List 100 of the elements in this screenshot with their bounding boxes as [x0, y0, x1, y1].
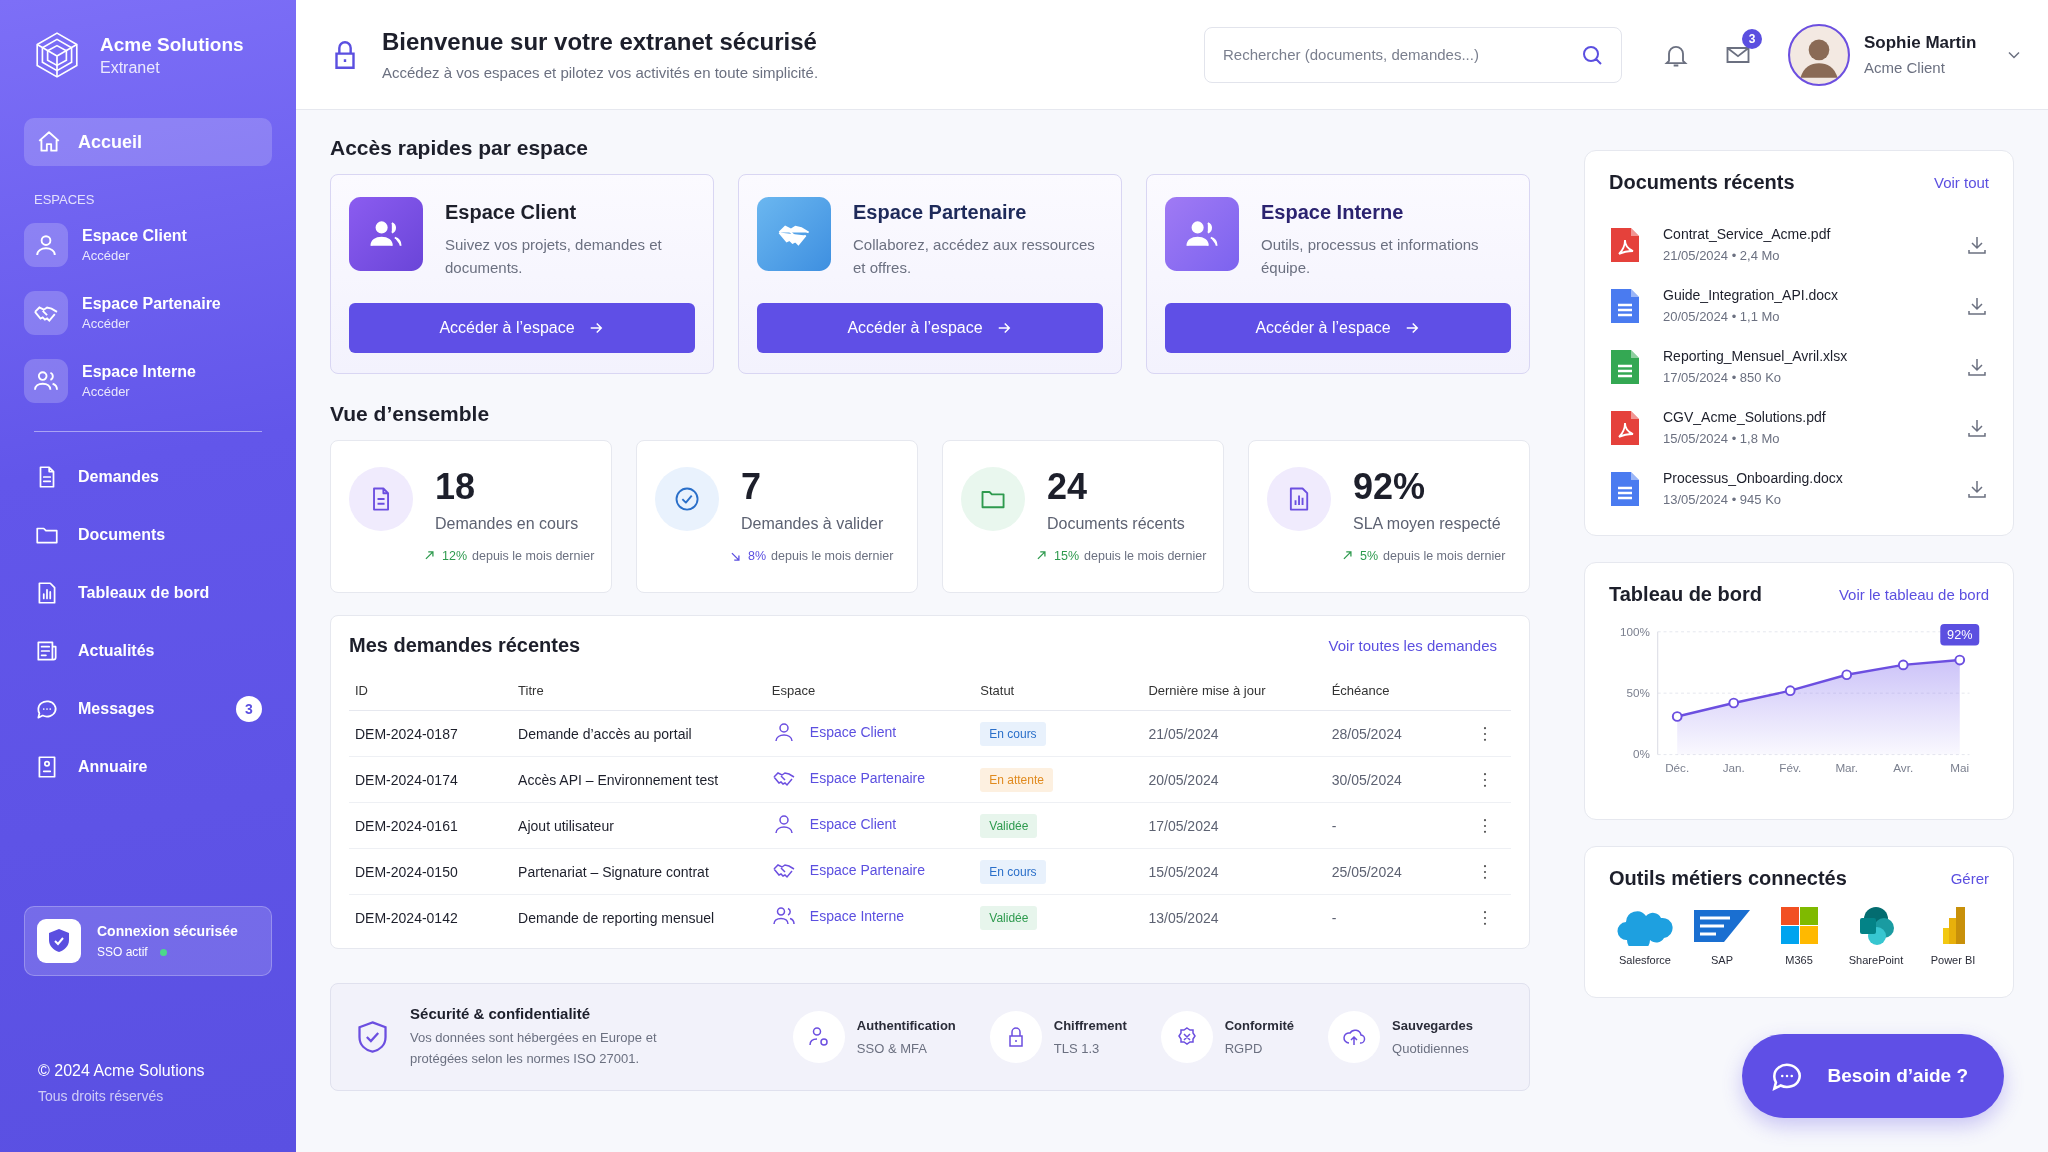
change-value: 5% [1360, 548, 1379, 563]
tool-name: M365 [1785, 954, 1813, 966]
stat-value: 92% [1353, 467, 1427, 507]
status-badge: Validée [980, 813, 1038, 838]
change-value: 8% [748, 548, 767, 563]
section-title: Vue d’ensemble [330, 402, 491, 426]
space-link[interactable]: Espace Client [809, 816, 897, 832]
card-title: Outils métiers connectés [1609, 867, 1847, 890]
space-link[interactable]: Espace Client [809, 724, 897, 740]
access-button[interactable]: Accéder à l’espace [757, 303, 1103, 353]
stat-label: Documents récents [1047, 514, 1186, 533]
change-value: 15% [1054, 548, 1080, 563]
nav-item[interactable]: Demandes [24, 454, 272, 500]
table-cell: 20/05/2024 [1142, 756, 1326, 803]
view-all-link[interactable]: Voir toutes les demandes [1328, 637, 1497, 654]
axis-label: Jan. [1722, 761, 1745, 775]
feature-detail: SSO & MFA [856, 1041, 928, 1056]
feature-detail: Quotidiennes [1392, 1041, 1470, 1056]
status-badge: En cours [980, 859, 1046, 884]
change-period: depuis le mois dernier [771, 548, 894, 563]
access-button[interactable]: Accéder à l’espace [349, 303, 695, 353]
table-cell: - [1325, 802, 1469, 849]
space-link[interactable]: Espace Interne [809, 908, 904, 924]
tool-name: Power BI [1930, 954, 1976, 966]
count-badge: 3 [236, 696, 262, 722]
axis-label: 50% [1626, 686, 1650, 700]
column-header: Statut [974, 671, 1143, 711]
stat-label: SLA moyen respecté [1353, 514, 1502, 533]
file-icon [1609, 225, 1641, 264]
section-title: Accès rapides par espace [330, 136, 589, 160]
card-title: Documents récents [1609, 171, 1795, 194]
axis-label: Déc. [1665, 761, 1690, 775]
data-point [1671, 711, 1683, 722]
person-icon [24, 223, 68, 267]
seal-icon [1160, 1011, 1213, 1063]
access-button[interactable]: Accéder à l’espace [1165, 303, 1511, 353]
help-button[interactable]: Besoin d’aide ? [1741, 1034, 2004, 1118]
table-cell: Demande d’accès au portail [512, 710, 766, 757]
space-link[interactable]: Espace Client Accéder [24, 217, 272, 273]
column-header: Titre [512, 671, 766, 711]
change-period: depuis le mois dernier [1383, 548, 1506, 563]
file-name[interactable]: Guide_Integration_API.docx [1663, 287, 1965, 303]
avatar[interactable] [1788, 23, 1850, 86]
dashboard-link[interactable]: Voir le tableau de bord [1838, 586, 1989, 603]
file-name[interactable]: CGV_Acme_Solutions.pdf [1663, 409, 1965, 425]
file-icon [1609, 347, 1641, 386]
axis-label: Avr. [1893, 761, 1914, 775]
nav-item[interactable]: Actualités [24, 628, 272, 674]
table-cell: 17/05/2024 [1142, 802, 1326, 849]
stat-label: Demandes en cours [435, 514, 580, 533]
table-cell: DEM-2024-0187 [349, 710, 513, 757]
nav-item[interactable]: Documents [24, 512, 272, 558]
search-field[interactable]: Rechercher (documents, demandes...) [1204, 26, 1622, 83]
table-cell: Demande de reporting mensuel [512, 894, 766, 940]
table-cell: 28/05/2024 [1325, 710, 1469, 757]
space-link[interactable]: Espace Partenaire [809, 770, 926, 786]
data-point [1954, 654, 1966, 666]
card-description: Collaborez, accédez aux ressources et offres. [853, 235, 1096, 278]
stat-value: 24 [1047, 467, 1089, 507]
user-name: Sophie Martin [1864, 33, 1978, 53]
file-icon [1609, 286, 1641, 325]
card-title: Tableau de bord [1609, 583, 1762, 606]
view-all-link[interactable]: Voir tout [1933, 174, 1989, 191]
change-value: 12% [442, 548, 468, 563]
table-cell: 25/05/2024 [1325, 848, 1469, 895]
rights-text: Tous droits réservés [38, 1088, 165, 1104]
space-link[interactable]: Espace Partenaire [809, 862, 926, 878]
card-title: Espace Partenaire [853, 201, 1028, 224]
file-name[interactable]: Reporting_Mensuel_Avril.xlsx [1663, 348, 1965, 364]
axis-label: Mai [1950, 761, 1970, 775]
annotation: 92% [1947, 627, 1973, 642]
file-meta: 15/05/2024 • 1,8 Mo [1663, 431, 1781, 446]
space-link[interactable]: Espace Partenaire Accéder [24, 285, 272, 341]
section-label: ESPACES [34, 192, 96, 207]
axis-label: 0% [1633, 747, 1650, 761]
lock-icon [989, 1011, 1042, 1063]
file-name[interactable]: Contrat_Service_Acme.pdf [1663, 226, 1965, 242]
nav-item[interactable]: Messages 3 [24, 686, 272, 732]
space-link[interactable]: Espace Interne Accéder [24, 353, 272, 409]
table-cell: 15/05/2024 [1142, 848, 1326, 895]
feature-title: Conformité [1224, 1018, 1295, 1033]
card-title: Mes demandes récentes [349, 634, 581, 657]
table-cell: Ajout utilisateur [512, 802, 766, 849]
file-meta: 20/05/2024 • 1,1 Mo [1663, 309, 1781, 324]
nav-item[interactable]: Accueil [24, 118, 272, 166]
tool-name: SAP [1711, 954, 1733, 966]
brand-name: Acme Solutions [100, 33, 244, 56]
table-cell: - [1325, 894, 1469, 940]
user-organization: Acme Client [1864, 59, 1946, 76]
feature-title: Sauvegardes [1392, 1018, 1473, 1033]
file-name[interactable]: Processus_Onboarding.docx [1663, 470, 1965, 486]
column-header: Dernière mise à jour [1142, 671, 1326, 711]
data-point [1784, 685, 1796, 697]
manage-link[interactable]: Gérer [1950, 870, 1989, 887]
nav-item[interactable]: Tableaux de bord [24, 570, 272, 616]
axis-label: Fév. [1779, 761, 1802, 775]
table-cell: 21/05/2024 [1142, 710, 1326, 757]
table-cell: DEM-2024-0150 [349, 848, 513, 895]
value-badge: 92% [1940, 624, 1980, 646]
nav-item[interactable]: Annuaire [24, 744, 272, 790]
